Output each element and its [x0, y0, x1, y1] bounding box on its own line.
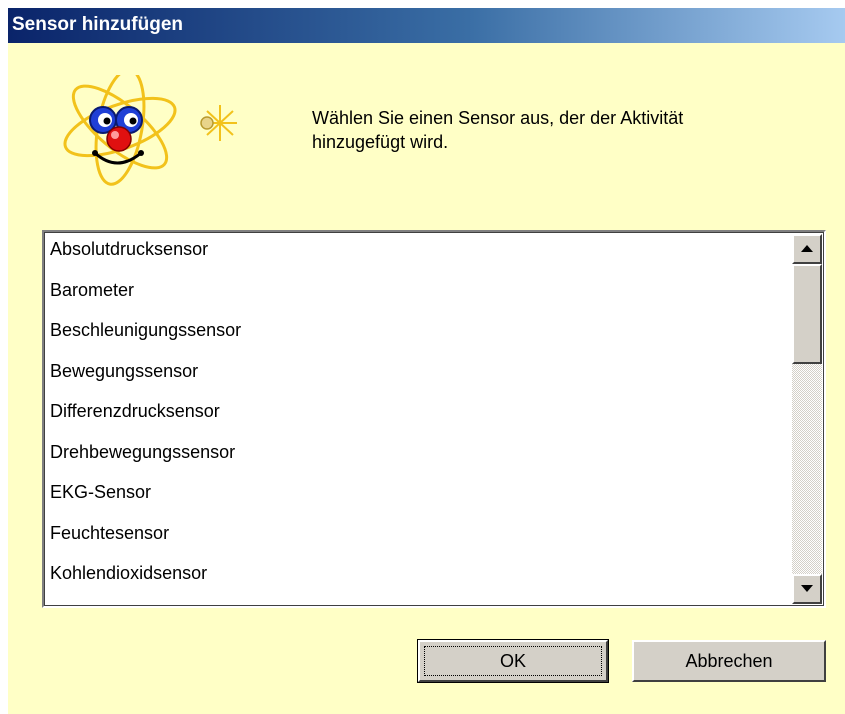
list-item[interactable]: Differenzdrucksensor	[50, 399, 790, 440]
list-item[interactable]: Bewegungssensor	[50, 359, 790, 400]
scroll-up-button[interactable]	[792, 234, 822, 264]
arrow-down-icon	[801, 585, 813, 592]
scroll-down-button[interactable]	[792, 574, 822, 604]
ok-button[interactable]: OK	[417, 639, 609, 683]
vertical-scrollbar[interactable]	[792, 234, 822, 604]
list-item[interactable]: Feuchtesensor	[50, 521, 790, 562]
sensor-listbox[interactable]: Absolutdrucksensor Barometer Beschleunigun…	[42, 230, 826, 608]
list-item[interactable]: Drehbewegungssensor	[50, 440, 790, 481]
list-item[interactable]: Barometer	[50, 278, 790, 319]
list-item[interactable]: Absolutdrucksensor	[50, 237, 790, 278]
arrow-up-icon	[801, 245, 813, 252]
cancel-button[interactable]: Abbrechen	[632, 640, 826, 682]
window-title: Sensor hinzufügen	[12, 14, 183, 35]
list-item[interactable]: EKG-Sensor	[50, 480, 790, 521]
sensor-list: Absolutdrucksensor Barometer Beschleunigun…	[50, 237, 790, 607]
list-item[interactable]: Kohlendioxidsensor	[50, 561, 790, 602]
list-item[interactable]: Beschleunigungssensor	[50, 318, 790, 359]
title-bar[interactable]: Sensor hinzufügen	[8, 8, 845, 43]
list-item[interactable]: Kolorimeter	[50, 602, 790, 607]
ok-button-label: OK	[424, 646, 602, 676]
atom-mascot-icon	[45, 68, 245, 207]
scroll-thumb[interactable]	[792, 264, 822, 364]
instruction-text: Wählen Sie einen Sensor aus, der der Akt…	[312, 108, 684, 152]
